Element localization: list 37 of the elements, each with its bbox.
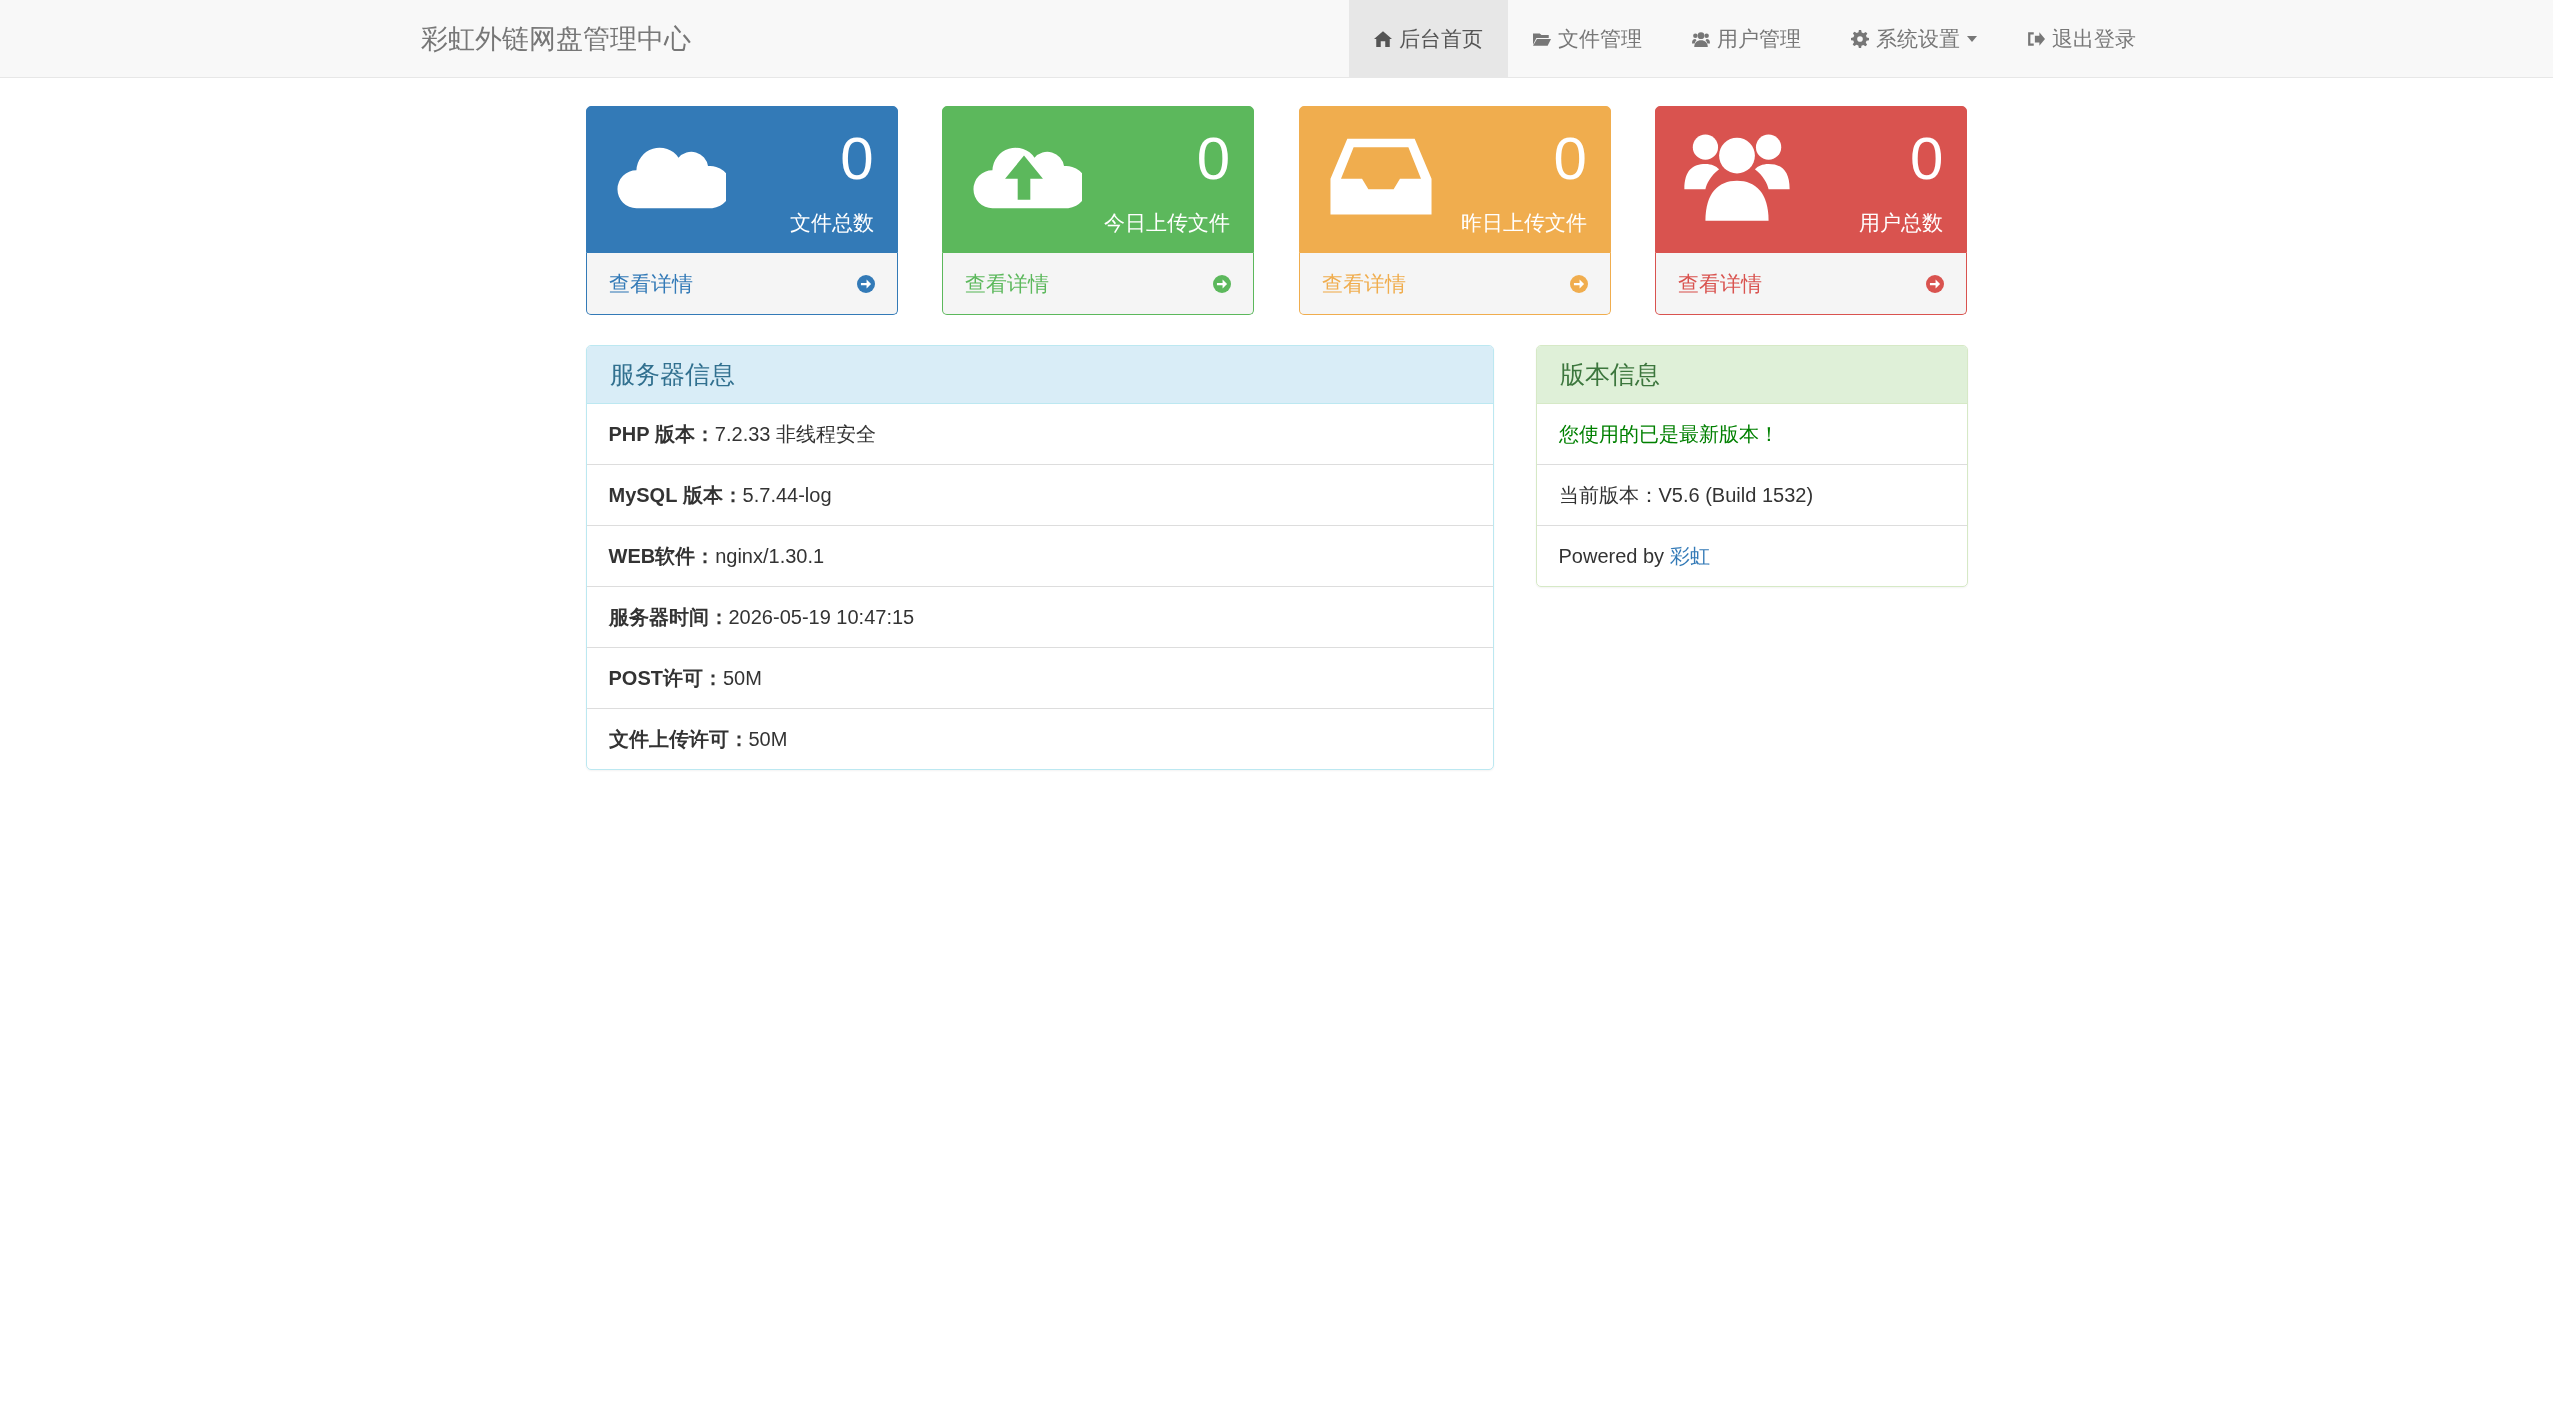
nav-tab[interactable]: 系统设置 <box>1825 0 2002 77</box>
stat-count: 0 <box>1196 129 1231 189</box>
nav-tab[interactable]: 退出登录 <box>2001 0 2161 77</box>
stat-count: 0 <box>1910 129 1944 189</box>
arrow-circle-icon <box>856 274 875 293</box>
info-row-text: WEB软件：nginx/1.30.1 <box>608 543 825 569</box>
nav-tab[interactable]: 文件管理 <box>1507 0 1667 77</box>
panel-title: 服务器信息 <box>586 346 1493 404</box>
site-title: 彩虹外链网盘管理中心 <box>420 22 691 56</box>
stat-label: 文件总数 <box>789 210 874 236</box>
stat-count: 0 <box>840 129 874 189</box>
info-row-text: POST许可：50M <box>608 665 762 691</box>
nav-tab[interactable]: 用户管理 <box>1666 0 1826 77</box>
info-row-text: MySQL 版本：5.7.44-log <box>608 482 832 508</box>
arrow-circle-icon <box>1926 274 1945 293</box>
stat-label: 昨日上传文件 <box>1460 210 1587 236</box>
gear-icon <box>1850 29 1869 48</box>
update-notice: 您使用的已是最新版本！ <box>1558 421 1779 447</box>
credit-text: Powered by 彩虹 <box>1558 543 1710 569</box>
info-row-text: 文件上传许可：50M <box>608 726 788 752</box>
details-link[interactable]: 查看详情 <box>585 253 898 315</box>
logout-icon <box>2026 29 2045 48</box>
stat-label: 用户总数 <box>1859 210 1944 236</box>
arrow-circle-icon <box>1569 274 1588 293</box>
details-link[interactable]: 查看详情 <box>942 253 1255 315</box>
info-row-text: 服务器时间：2026-05-19 10:47:15 <box>608 604 915 630</box>
author-link[interactable]: 彩虹 <box>1669 544 1710 567</box>
version-text: 当前版本：V5.6 (Build 1532) <box>1558 482 1814 508</box>
users-icon <box>1691 29 1710 48</box>
nav-tab[interactable]: 后台首页 <box>1348 0 1508 77</box>
home-icon <box>1373 29 1392 48</box>
arrow-circle-icon <box>1213 274 1232 293</box>
stat-label: 今日上传文件 <box>1104 210 1231 236</box>
info-row-text: PHP 版本：7.2.33 非线程安全 <box>608 421 876 447</box>
details-link[interactable]: 查看详情 <box>1655 253 1968 315</box>
panel-title: 版本信息 <box>1536 346 1967 404</box>
stat-count: 0 <box>1553 129 1587 189</box>
